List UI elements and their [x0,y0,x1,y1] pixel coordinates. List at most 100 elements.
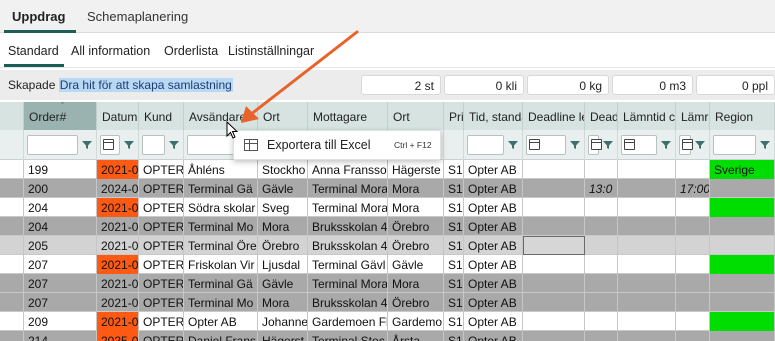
table-row[interactable]: 214 2025-0 OPTER Daniel Frans Hägerst Termina… [0,331,775,341]
row-selector[interactable] [0,198,24,217]
filter-funnel-icon[interactable] [603,140,613,150]
column-header-ort2[interactable]: Ort [388,102,444,130]
row-selector[interactable] [0,217,24,236]
table-row[interactable]: 204 2021-0 OPTER Terminal Mo Mora Bruksskolan… [0,217,775,236]
cell-datum: 2021-0 [97,255,139,274]
cell-dl [523,160,585,179]
column-header-order[interactable]: Order# ˇ [24,102,97,130]
cell-ort2: Mora [388,274,444,293]
cell-pri: S1 [444,217,464,236]
cell-ort2: Mora [388,179,444,198]
cell-tid: Opter AB [464,236,523,255]
cell-pri: S1 [444,236,464,255]
column-header-tid[interactable]: Tid, standard [464,102,523,130]
column-header-dead[interactable]: Dead [585,102,618,130]
cell-dead: 13:0 [585,179,618,198]
table-row[interactable]: 200 2024-0 OPTER Terminal Gä Gävle Terminal M… [0,179,775,198]
context-menu: Exportera till Excel Ctrl + F12 [233,130,441,160]
cell-mott: Bruksskolan 4 [308,217,388,236]
calendar-icon[interactable] [529,139,540,150]
calendar-icon[interactable] [624,139,635,150]
table-row[interactable]: 207 2021-0 OPTER Terminal Mo Mora Bruksskolan… [0,293,775,312]
cell-avs: Friskolan Vir [184,255,258,274]
filter-funnel-icon[interactable] [508,140,518,150]
table-row[interactable]: 199 2021-0 OPTER Åhléns Stockho Anna Fransso H… [0,160,775,179]
cell-lamr [676,217,710,236]
subtab-listinstallningar[interactable]: Listinställningar [228,44,314,58]
drop-zone-link[interactable]: Dra hit för att skapa samlastning [58,78,233,92]
cell-pri: S1 [444,312,464,331]
cell-kund: OPTER [139,160,184,179]
filter-row-selector [0,130,24,160]
row-selector[interactable] [0,179,24,198]
calendar-icon[interactable] [682,139,693,150]
menu-item-export-excel[interactable]: Exportera till Excel Ctrl + F12 [234,131,440,159]
column-header-lamr[interactable]: Lämr [676,102,710,130]
cell-region [710,293,775,312]
filter-funnel-icon[interactable] [695,140,705,150]
table-row[interactable]: 205 2021-0 OPTER Terminal Öre Örebro Brukssko… [0,236,775,255]
column-header-ort1[interactable]: Ort [258,102,308,130]
row-selector[interactable] [0,255,24,274]
table-row[interactable]: 207 2021-0 OPTER Terminal Gä Gävle Terminal M… [0,274,775,293]
calendar-icon[interactable] [103,139,114,150]
cell-mott: Terminal Mora [308,274,388,293]
cell-lamr [676,274,710,293]
cell-region: Sverige [710,160,775,179]
filter-input-tid[interactable] [467,135,504,155]
cell-avs: Terminal Gä [184,274,258,293]
column-header-lt[interactable]: Lämntid c [618,102,676,130]
tab-schemaplanering[interactable]: Schemaplanering [87,9,188,24]
cell-kund: OPTER [139,179,184,198]
subtab-orderlista[interactable]: Orderlista [164,44,218,58]
row-selector[interactable] [0,160,24,179]
row-selector[interactable] [0,331,24,341]
filter-input-region[interactable] [713,135,756,155]
cell-ort2: Mora [388,198,444,217]
column-header-region[interactable]: Region [710,102,775,130]
filter-input-order[interactable] [27,135,78,155]
cell-order: 204 [24,217,97,236]
cell-pri: S1 [444,293,464,312]
table-row[interactable]: 209 2021-0 OPTER Opter AB Johanne Gardemoen F… [0,312,775,331]
tab-uppdrag[interactable]: Uppdrag [12,9,65,24]
column-header-pri[interactable]: Pri [444,102,464,130]
row-selector[interactable] [0,293,24,312]
calendar-icon[interactable] [591,139,602,150]
cell-mott: Bruksskolan 4 [308,236,388,255]
column-header-avs[interactable]: Avsändare [184,102,258,130]
table-row[interactable]: 207 2021-0 OPTER Friskolan Vir Ljusdal Termin… [0,255,775,274]
export-shortcut: Ctrl + F12 [394,140,432,150]
filter-funnel-icon[interactable] [570,140,580,150]
row-selector[interactable] [0,274,24,293]
column-header-mott[interactable]: Mottagare [308,102,388,130]
cell-dead [585,236,618,255]
cell-datum: 2021-0 [97,312,139,331]
filter-funnel-icon[interactable] [661,140,671,150]
sort-caret-icon: ˇ [61,102,64,111]
filter-funnel-icon[interactable] [82,140,92,150]
cell-lt [618,255,676,274]
subtab-all-information[interactable]: All information [71,44,150,58]
filter-funnel-icon[interactable] [760,140,770,150]
filter-funnel-icon[interactable] [124,140,134,150]
cell-pri: S1 [444,274,464,293]
column-header-datum[interactable]: Datum [97,102,139,130]
subtab-standard[interactable]: Standard [8,44,59,58]
cell-lt [618,217,676,236]
cell-tid: Opter AB [464,217,523,236]
cell-mott: Anna Fransso [308,160,388,179]
column-header-dl[interactable]: Deadline lev [523,102,585,130]
filter-input-kund[interactable] [142,135,165,155]
cell-dl [523,293,585,312]
cell-lt [618,160,676,179]
cell-kund: OPTER [139,255,184,274]
cell-mott: Terminal Mora [308,179,388,198]
filter-funnel-icon[interactable] [169,140,179,150]
row-selector[interactable] [0,312,24,331]
column-header-kund[interactable]: Kund [139,102,184,130]
table-row[interactable]: 204 2021-0 OPTER Södra skolar Sveg Terminal M… [0,198,775,217]
cell-lamr [676,312,710,331]
row-selector[interactable] [0,236,24,255]
cell-dl [523,179,585,198]
